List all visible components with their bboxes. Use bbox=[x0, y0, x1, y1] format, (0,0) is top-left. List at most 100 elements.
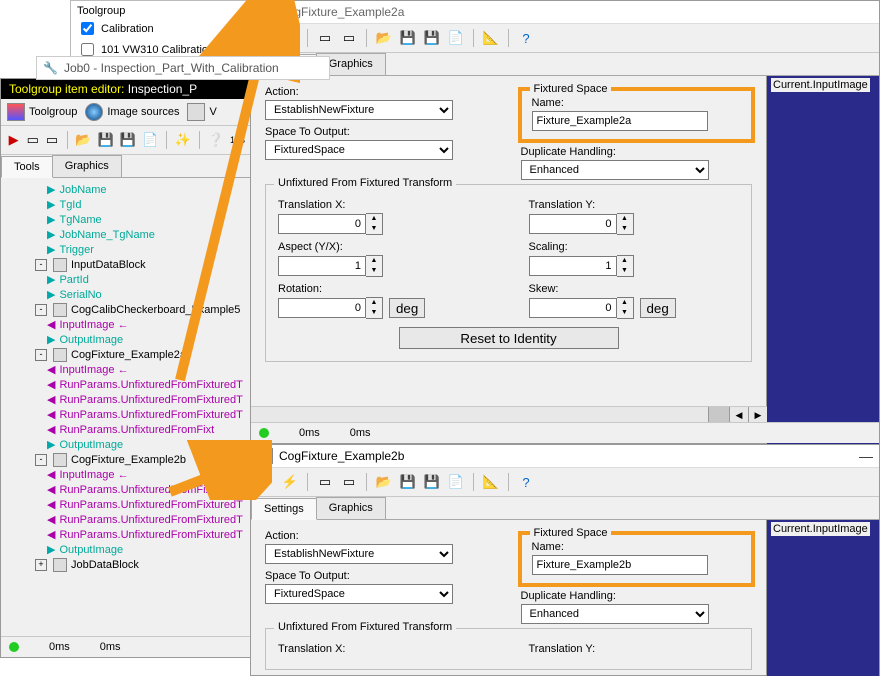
tree-node[interactable]: ▶OutputImage bbox=[7, 332, 251, 347]
save-icon[interactable]: 💾 bbox=[98, 131, 114, 149]
tree-node[interactable]: ▶TgName bbox=[7, 212, 251, 227]
tree-node[interactable]: ◀InputImage ← bbox=[7, 467, 251, 482]
hscroll[interactable]: ◀▶ bbox=[251, 406, 767, 423]
saveas-icon[interactable]: 💾 bbox=[423, 29, 441, 47]
toolgroup-title: Toolgroup bbox=[77, 5, 267, 17]
tree-node[interactable]: ▶Trigger bbox=[7, 242, 251, 257]
cogfixture-a-window: CogFixture_Example2a ▶ ⚡ ▭ ▭ 📂 💾 💾 📄 📐 ?… bbox=[250, 0, 880, 444]
fixture-name-input[interactable] bbox=[532, 111, 708, 131]
fixB-title: CogFixture_Example2b bbox=[279, 449, 404, 463]
help-icon[interactable]: ? bbox=[517, 473, 535, 491]
v-button[interactable]: V bbox=[187, 103, 216, 121]
run-icon[interactable]: ▶ bbox=[7, 131, 20, 149]
script-icon[interactable]: 📄 bbox=[142, 131, 158, 149]
tool-tree[interactable]: ▶JobName▶TgId▶TgName▶JobName_TgName▶Trig… bbox=[1, 178, 251, 576]
script-icon[interactable]: 📄 bbox=[447, 473, 465, 491]
view2-icon[interactable]: ▭ bbox=[340, 473, 358, 491]
ty-input[interactable]: ▲▼ bbox=[529, 213, 740, 235]
name-label: Name: bbox=[532, 97, 742, 109]
deg-button[interactable]: deg bbox=[640, 298, 676, 318]
tree-node[interactable]: ◀RunParams.UnfixturedFromFixturedT bbox=[7, 377, 251, 392]
view-icon[interactable]: ▭ bbox=[316, 473, 334, 491]
view2-icon[interactable]: ▭ bbox=[340, 29, 358, 47]
fixA-settings: Action: EstablishNewFixture Space To Out… bbox=[251, 76, 766, 444]
toolgroup-button[interactable]: Toolgroup bbox=[7, 103, 77, 121]
space-select[interactable]: FixturedSpace bbox=[265, 140, 453, 160]
tree-node[interactable]: -CogCalibCheckerboard_Example5 bbox=[7, 302, 251, 317]
reset-button[interactable]: Reset to Identity bbox=[399, 327, 619, 349]
dup-select[interactable]: Enhanced bbox=[521, 604, 709, 624]
num-icon[interactable]: 123 bbox=[230, 131, 245, 149]
skew-input[interactable]: ▲▼deg bbox=[529, 297, 740, 319]
open-icon[interactable]: 📂 bbox=[75, 131, 91, 149]
wand-icon[interactable]: 📐 bbox=[482, 29, 500, 47]
rot-input[interactable]: ▲▼deg bbox=[278, 297, 489, 319]
tree-node[interactable]: ▶SerialNo bbox=[7, 287, 251, 302]
tree-node[interactable]: ◀InputImage ← bbox=[7, 362, 251, 377]
transform-title: Unfixtured From Fixtured Transform bbox=[274, 621, 456, 633]
tree-node[interactable]: -InputDataBlock bbox=[7, 257, 251, 272]
open-icon[interactable]: 📂 bbox=[375, 473, 393, 491]
tree-node[interactable]: ◀RunParams.UnfixturedFromFixturedT bbox=[7, 527, 251, 542]
help-icon[interactable]: ❔ bbox=[208, 131, 224, 149]
image-label: Current.InputImage bbox=[771, 78, 870, 92]
fixA-image-panel[interactable]: Current.InputImage bbox=[766, 76, 879, 444]
tx-label: Translation X: bbox=[278, 199, 489, 211]
action-select[interactable]: EstablishNewFixture bbox=[265, 544, 453, 564]
tab-graphics[interactable]: Graphics bbox=[52, 155, 122, 177]
fixA-tabs: Settings Graphics bbox=[251, 53, 879, 76]
scaling-input[interactable]: ▲▼ bbox=[529, 255, 740, 277]
tree-node[interactable]: ◀RunParams.UnfixturedFromFixturedT bbox=[7, 392, 251, 407]
tab-graphics[interactable]: Graphics bbox=[316, 497, 386, 519]
transform-group: Unfixtured From Fixtured Transform Trans… bbox=[265, 184, 752, 362]
status-time1: 0ms bbox=[49, 641, 70, 653]
fixture-name-input[interactable] bbox=[532, 555, 708, 575]
tree-node[interactable]: ▶TgId bbox=[7, 197, 251, 212]
tree-node[interactable]: ▶JobName_TgName bbox=[7, 227, 251, 242]
tree-node[interactable]: ◀RunParams.UnfixturedFromFixturedT bbox=[7, 407, 251, 422]
tree-node[interactable]: ◀RunParams.UnfixturedFromFixturedT bbox=[7, 497, 251, 512]
dup-select[interactable]: Enhanced bbox=[521, 160, 709, 180]
tree-node[interactable]: ▶PartId bbox=[7, 272, 251, 287]
space-select[interactable]: FixturedSpace bbox=[265, 584, 453, 604]
saveas-icon[interactable]: 💾 bbox=[423, 473, 441, 491]
tree-node[interactable]: +JobDataBlock bbox=[7, 557, 251, 572]
tree-node[interactable]: ◀RunParams.UnfixturedFromFixturedT bbox=[7, 512, 251, 527]
scaling-label: Scaling: bbox=[529, 241, 740, 253]
help-icon[interactable]: ? bbox=[517, 29, 535, 47]
save-icon[interactable]: 💾 bbox=[399, 473, 417, 491]
minimize-icon[interactable]: — bbox=[859, 448, 873, 464]
view-icon[interactable]: ▭ bbox=[316, 29, 334, 47]
tree-node[interactable]: ◀RunParams.UnfixturedFromFixturedT bbox=[7, 482, 251, 497]
action-select[interactable]: EstablishNewFixture bbox=[265, 100, 453, 120]
script-icon[interactable]: 📄 bbox=[447, 29, 465, 47]
tab-settings[interactable]: Settings bbox=[251, 498, 317, 520]
open-icon[interactable]: 📂 bbox=[375, 29, 393, 47]
tx-input[interactable]: ▲▼ bbox=[278, 213, 489, 235]
tree-node[interactable]: ◀RunParams.UnfixturedFromFixt bbox=[7, 422, 251, 437]
tree-node[interactable]: ▶OutputImage bbox=[7, 437, 251, 452]
tree-node[interactable]: -CogFixture_Example2b bbox=[7, 452, 251, 467]
tab-tools[interactable]: Tools bbox=[1, 156, 53, 178]
wand-icon[interactable]: 📐 bbox=[482, 473, 500, 491]
fixB-image-panel[interactable]: Current.InputImage bbox=[766, 520, 879, 676]
tree-node[interactable]: ▶JobName bbox=[7, 182, 251, 197]
deg-button[interactable]: deg bbox=[389, 298, 425, 318]
tool-icon[interactable]: ▭ bbox=[26, 131, 39, 149]
bolt-icon[interactable]: ⚡ bbox=[281, 29, 299, 47]
save-icon[interactable]: 💾 bbox=[399, 29, 417, 47]
saveas-icon[interactable]: 💾 bbox=[120, 131, 136, 149]
tree-node[interactable]: ▶OutputImage bbox=[7, 542, 251, 557]
ty-label: Translation Y: bbox=[529, 199, 740, 211]
aspect-input[interactable]: ▲▼ bbox=[278, 255, 489, 277]
run-icon[interactable]: ▶ bbox=[257, 473, 275, 491]
wand-icon[interactable]: ✨ bbox=[175, 131, 191, 149]
run-icon[interactable]: ▶ bbox=[257, 29, 275, 47]
calibration-checkbox[interactable]: Calibration bbox=[77, 19, 267, 38]
tool-icon2[interactable]: ▭ bbox=[45, 131, 58, 149]
tree-node[interactable]: ◀InputImage ← bbox=[7, 317, 251, 332]
fixture-icon bbox=[257, 448, 273, 464]
bolt-icon[interactable]: ⚡ bbox=[281, 473, 299, 491]
image-sources-button[interactable]: Image sources bbox=[85, 103, 179, 121]
tree-node[interactable]: -CogFixture_Example2a bbox=[7, 347, 251, 362]
